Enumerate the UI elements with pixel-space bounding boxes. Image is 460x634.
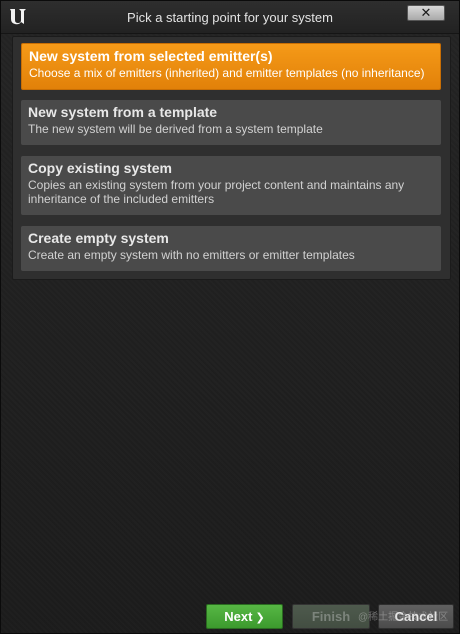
option-title: Create empty system bbox=[28, 230, 169, 246]
cancel-button-label: Cancel bbox=[394, 609, 438, 624]
option-copy-existing-system[interactable]: Copy existing system Copies an existing … bbox=[21, 156, 441, 215]
close-icon: ✕ bbox=[420, 5, 432, 20]
option-new-system-from-template[interactable]: New system from a template The new syste… bbox=[21, 100, 441, 145]
finish-button-label: Finish bbox=[311, 609, 351, 624]
starting-point-options: New system from selected emitter(s) Choo… bbox=[12, 36, 451, 280]
option-description: The new system will be derived from a sy… bbox=[28, 122, 323, 136]
next-button-label: Next bbox=[224, 609, 253, 624]
chevron-right-icon: ❯ bbox=[255, 612, 265, 624]
option-new-system-from-selected-emitters[interactable]: New system from selected emitter(s) Choo… bbox=[21, 43, 441, 90]
close-button[interactable]: ✕ bbox=[407, 5, 445, 21]
option-title: New system from selected emitter(s) bbox=[29, 48, 273, 64]
title-bar: Pick a starting point for your system ✕ bbox=[1, 1, 459, 34]
option-create-empty-system[interactable]: Create empty system Create an empty syst… bbox=[21, 226, 441, 271]
option-title: Copy existing system bbox=[28, 160, 172, 176]
new-system-dialog: Pick a starting point for your system ✕ … bbox=[0, 0, 460, 634]
option-description: Copies an existing system from your proj… bbox=[28, 178, 405, 206]
option-title: New system from a template bbox=[28, 104, 218, 120]
dialog-title: Pick a starting point for your system bbox=[127, 10, 333, 25]
finish-button[interactable]: Finish bbox=[292, 604, 370, 629]
option-description: Choose a mix of emitters (inherited) and… bbox=[29, 66, 425, 80]
option-description: Create an empty system with no emitters … bbox=[28, 248, 355, 262]
next-button[interactable]: Next ❯ bbox=[206, 604, 283, 629]
cancel-button[interactable]: Cancel bbox=[378, 604, 454, 629]
